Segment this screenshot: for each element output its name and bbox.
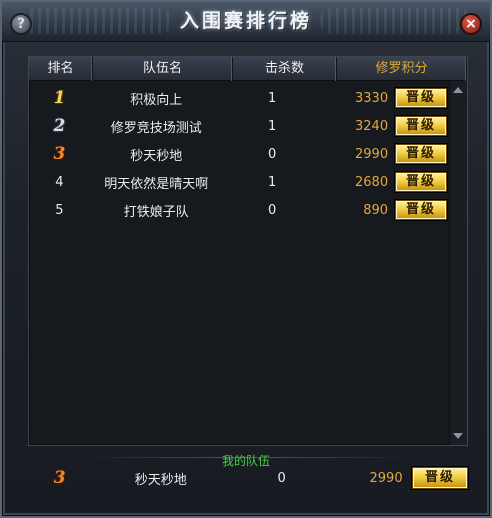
table-row: 3 秒天秒地 0 2990 晋级	[29, 140, 447, 168]
my-team-name: 秒天秒地	[134, 472, 187, 488]
rank-cell: 3	[29, 144, 90, 164]
bronze-medal-icon: 3	[53, 468, 66, 488]
score-cell: 3240	[355, 118, 389, 134]
my-team-row: 3 秒天秒地 0 2990 晋级	[28, 464, 468, 492]
action-cell: 晋级	[388, 172, 447, 192]
my-kills: 0	[277, 470, 286, 486]
team-name-cell: 秒天秒地	[130, 148, 183, 164]
table-header: 排名 队伍名 击杀数 修罗积分	[29, 57, 467, 81]
my-rank-cell: 3	[28, 468, 91, 488]
header-score: 修罗积分	[337, 57, 467, 81]
title-bar[interactable]: 入围赛排行榜	[2, 2, 490, 42]
scroll-up-icon[interactable]	[453, 87, 463, 93]
promote-button[interactable]: 晋级	[395, 172, 447, 192]
promote-button[interactable]: 晋级	[395, 144, 447, 164]
table-row: 5 打铁娘子队 0 890 晋级	[29, 196, 447, 224]
score-cell: 3330	[355, 90, 389, 106]
rank-cell: 5	[55, 202, 64, 218]
action-cell: 晋级	[388, 144, 447, 164]
my-score: 2990	[369, 470, 403, 486]
team-name-cell: 修罗竞技场测试	[110, 120, 202, 136]
my-promote-button[interactable]: 晋级	[412, 467, 468, 489]
table-row: 1 积极向上 1 3330 晋级	[29, 84, 447, 112]
rank-cell: 4	[55, 174, 64, 190]
score-cell: 2990	[355, 146, 389, 162]
close-button[interactable]: ×	[460, 13, 482, 35]
close-icon: ×	[465, 16, 477, 32]
kills-cell: 0	[268, 146, 277, 162]
table-row: 4 明天依然是晴天啊 1 2680 晋级	[29, 168, 447, 196]
my-action-cell: 晋级	[403, 467, 468, 489]
action-cell: 晋级	[388, 88, 447, 108]
kills-cell: 0	[268, 202, 277, 218]
rank-cell: 1	[29, 88, 90, 108]
rank-cell: 2	[29, 116, 90, 136]
help-button[interactable]: ?	[10, 13, 32, 35]
bronze-medal-icon: 3	[53, 144, 66, 164]
ranking-panel: 排名 队伍名 击杀数 修罗积分 1 积极向上 1 3330 晋级 2 修罗竞技场…	[28, 56, 468, 446]
help-icon: ?	[16, 16, 26, 32]
header-rank: 排名	[29, 57, 93, 81]
gold-medal-icon: 1	[53, 88, 66, 108]
action-cell: 晋级	[388, 116, 447, 136]
silver-medal-icon: 2	[53, 116, 66, 136]
scrollbar[interactable]	[449, 81, 467, 445]
promote-button[interactable]: 晋级	[395, 200, 447, 220]
action-cell: 晋级	[388, 200, 447, 220]
team-name-cell: 明天依然是晴天啊	[104, 176, 209, 192]
team-name-cell: 积极向上	[130, 92, 183, 108]
score-cell: 2680	[355, 174, 389, 190]
kills-cell: 1	[268, 90, 277, 106]
kills-cell: 1	[268, 174, 277, 190]
leaderboard-window: 入围赛排行榜 ? × 排名 队伍名 击杀数 修罗积分 1 积极向上 1 3330…	[0, 0, 492, 518]
score-cell: 890	[363, 202, 389, 218]
header-team-name: 队伍名	[93, 57, 233, 81]
team-name-cell: 打铁娘子队	[123, 204, 189, 220]
scroll-down-icon[interactable]	[453, 433, 463, 439]
table-row: 2 修罗竞技场测试 1 3240 晋级	[29, 112, 447, 140]
window-title: 入围赛排行榜	[179, 10, 312, 32]
promote-button[interactable]: 晋级	[395, 116, 447, 136]
promote-button[interactable]: 晋级	[395, 88, 447, 108]
header-kills: 击杀数	[233, 57, 337, 81]
kills-cell: 1	[268, 118, 277, 134]
